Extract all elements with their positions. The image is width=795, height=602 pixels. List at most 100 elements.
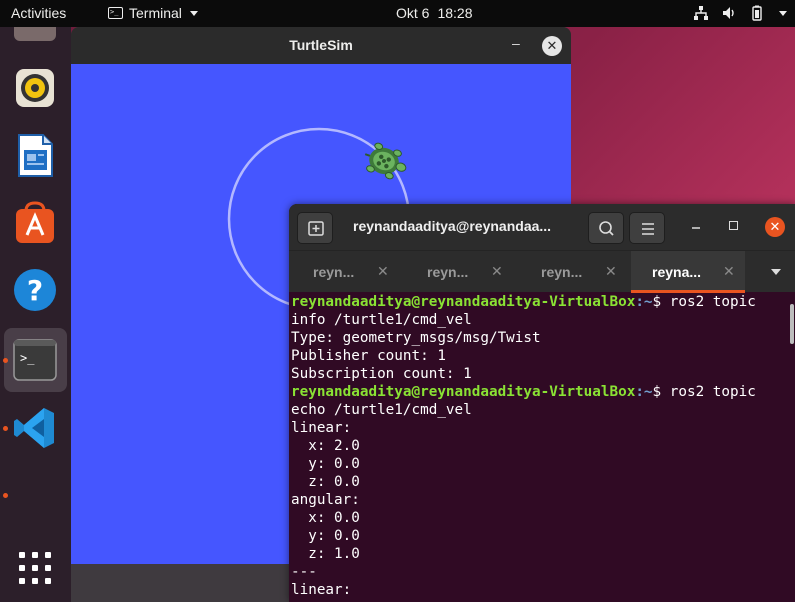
tab-label: reyn... xyxy=(541,264,583,280)
show-applications-icon xyxy=(19,552,51,584)
terminal-tab-3[interactable]: reyn... ✕ xyxy=(517,251,631,293)
system-tray[interactable] xyxy=(693,5,787,21)
tab-label: reyna... xyxy=(652,264,702,280)
terminal-line: linear: xyxy=(291,419,795,437)
output-text: Subscription count: 1 xyxy=(291,366,472,382)
output-text: --- xyxy=(291,564,317,580)
terminal-line: reynandaaditya@reynandaaditya-VirtualBox… xyxy=(291,293,795,311)
command-text: $ ros2 topic xyxy=(652,294,756,310)
terminal-icon: >_ xyxy=(13,339,57,381)
terminal-tab-4[interactable]: reyna... ✕ xyxy=(631,251,745,293)
output-text: Type: geometry_msgs/msg/Twist xyxy=(291,330,541,346)
terminal-line: y: 0.0 xyxy=(291,455,795,473)
search-icon xyxy=(599,221,614,236)
terminal-tab-2[interactable]: reyn... ✕ xyxy=(403,251,517,293)
output-text: echo /turtle1/cmd_vel xyxy=(291,402,472,418)
terminal-headerbar[interactable]: reynandaaditya@reynandaa... ✕ xyxy=(289,204,795,250)
clock-time: 18:28 xyxy=(437,5,473,21)
prompt-user-host: reynandaaditya@reynandaaditya-VirtualBox xyxy=(291,384,636,400)
tab-close-button[interactable]: ✕ xyxy=(605,263,617,280)
terminal-app-icon: >_ xyxy=(108,7,123,19)
clock-date: Okt 6 xyxy=(396,5,430,21)
terminal-line: reynandaaditya@reynandaaditya-VirtualBox… xyxy=(291,383,795,401)
battery-icon xyxy=(752,5,762,21)
dock-ubuntu-software[interactable] xyxy=(12,199,58,245)
libreoffice-writer-icon xyxy=(18,134,53,177)
terminal-line: --- xyxy=(291,563,795,581)
maximize-button[interactable] xyxy=(729,221,738,230)
clock[interactable]: Okt 6 18:28 xyxy=(396,5,473,21)
minimize-button[interactable] xyxy=(689,218,703,232)
terminal-line: linear: xyxy=(291,581,795,599)
running-indicator xyxy=(3,426,8,431)
terminal-title: reynandaaditya@reynandaa... xyxy=(353,218,552,234)
window-title: TurtleSim xyxy=(289,37,353,53)
terminal-tab-bar: reyn... ✕ reyn... ✕ reyn... ✕ reyna... ✕ xyxy=(289,250,795,293)
terminal-line: y: 0.0 xyxy=(291,527,795,545)
dock-help[interactable]: ? xyxy=(12,267,58,313)
terminal-line: echo /turtle1/cmd_vel xyxy=(291,401,795,419)
hamburger-menu-icon xyxy=(642,223,654,235)
terminal-tab-1[interactable]: reyn... ✕ xyxy=(289,251,403,293)
app-menu[interactable]: >_ Terminal xyxy=(108,5,198,21)
partial-app-icon[interactable] xyxy=(14,27,56,41)
vscode-icon xyxy=(14,408,54,448)
minimize-button[interactable]: – xyxy=(512,35,526,55)
top-bar: Activities >_ Terminal Okt 6 18:28 xyxy=(0,0,795,27)
dock-libreoffice-writer[interactable] xyxy=(12,132,58,178)
terminal-line: angular: xyxy=(291,491,795,509)
output-text: linear: xyxy=(291,420,352,436)
dock: ? >_ xyxy=(0,27,71,602)
svg-text:>_: >_ xyxy=(20,351,35,365)
dock-terminal[interactable]: >_ xyxy=(12,337,58,383)
prompt-user-host: reynandaaditya@reynandaaditya-VirtualBox xyxy=(291,294,636,310)
output-text: y: 0.0 xyxy=(291,456,360,472)
menu-button[interactable] xyxy=(629,212,665,244)
dock-rhythmbox[interactable] xyxy=(12,65,58,111)
prompt-path: :~ xyxy=(635,384,653,400)
terminal-line: z: 0.0 xyxy=(291,473,795,491)
new-tab-icon xyxy=(308,221,324,236)
output-text: y: 0.0 xyxy=(291,528,360,544)
running-indicator xyxy=(3,358,8,363)
terminal-line: info /turtle1/cmd_vel xyxy=(291,311,795,329)
activities-button[interactable]: Activities xyxy=(11,5,66,21)
new-tab-button[interactable] xyxy=(297,212,333,244)
output-text: z: 0.0 xyxy=(291,474,360,490)
tabs-dropdown-icon[interactable] xyxy=(771,269,781,275)
close-button[interactable]: ✕ xyxy=(542,36,562,56)
tab-close-button[interactable]: ✕ xyxy=(491,263,503,280)
tab-close-button[interactable]: ✕ xyxy=(723,263,735,280)
tab-label: reyn... xyxy=(427,264,469,280)
terminal-line: Subscription count: 1 xyxy=(291,365,795,383)
running-indicator xyxy=(3,493,8,498)
show-applications-button[interactable] xyxy=(12,547,58,593)
turtlesim-titlebar[interactable]: TurtleSim – ✕ xyxy=(71,27,571,64)
tab-close-button[interactable]: ✕ xyxy=(377,263,389,280)
output-text: angular: xyxy=(291,492,360,508)
svg-text:?: ? xyxy=(27,274,43,307)
terminal-line: x: 2.0 xyxy=(291,437,795,455)
output-text: x: 2.0 xyxy=(291,438,360,454)
tab-label: reyn... xyxy=(313,264,355,280)
search-button[interactable] xyxy=(588,212,624,244)
app-menu-label: Terminal xyxy=(129,5,182,21)
turtle-icon xyxy=(364,142,407,180)
output-text: x: 0.0 xyxy=(291,510,360,526)
close-button[interactable]: ✕ xyxy=(765,217,785,237)
terminal-output[interactable]: reynandaaditya@reynandaaditya-VirtualBox… xyxy=(289,292,795,602)
output-text: Publisher count: 1 xyxy=(291,348,446,364)
prompt-path: :~ xyxy=(635,294,653,310)
command-text: $ ros2 topic xyxy=(652,384,756,400)
network-icon xyxy=(694,6,708,20)
terminal-window[interactable]: reynandaaditya@reynandaa... ✕ reyn... ✕ … xyxy=(289,204,795,602)
terminal-line: z: 1.0 xyxy=(291,545,795,563)
dock-vscode[interactable] xyxy=(12,405,58,451)
terminal-line: x: 0.0 xyxy=(291,509,795,527)
terminal-line: Type: geometry_msgs/msg/Twist xyxy=(291,329,795,347)
volume-icon xyxy=(723,7,734,19)
output-text: z: 1.0 xyxy=(291,546,360,562)
scrollbar[interactable] xyxy=(790,304,794,344)
rhythmbox-icon xyxy=(16,69,54,107)
terminal-line: Publisher count: 1 xyxy=(291,347,795,365)
